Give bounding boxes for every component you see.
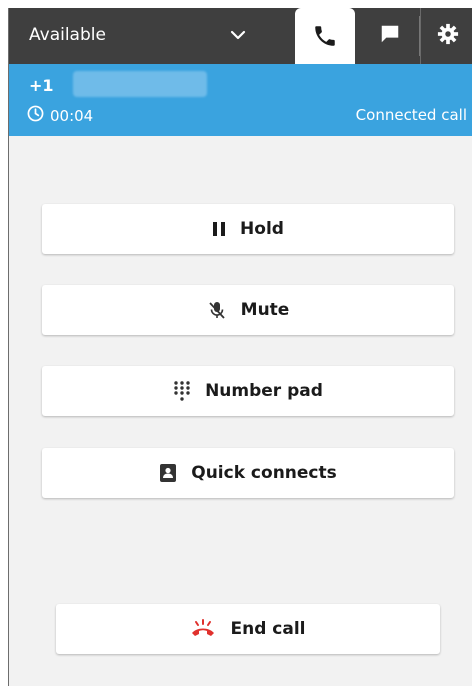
connection-status: Connected call bbox=[355, 106, 467, 124]
tab-chat[interactable] bbox=[361, 8, 419, 64]
number-pad-button[interactable]: Number pad bbox=[42, 366, 454, 416]
call-timer-value: 00:04 bbox=[50, 106, 94, 125]
agent-status-label: Available bbox=[29, 25, 106, 45]
phone-icon bbox=[312, 23, 338, 53]
agent-status-dropdown[interactable]: Available bbox=[9, 8, 294, 64]
dialpad-icon bbox=[173, 380, 191, 402]
mute-label: Mute bbox=[240, 300, 290, 320]
top-bar: Available bbox=[9, 8, 472, 68]
tab-phone[interactable] bbox=[295, 8, 355, 68]
tab-settings[interactable] bbox=[420, 8, 472, 64]
hold-label: Hold bbox=[240, 219, 284, 239]
chevron-down-icon bbox=[229, 26, 247, 48]
end-call-label: End call bbox=[230, 619, 306, 639]
number-pad-label: Number pad bbox=[205, 381, 323, 401]
clock-icon bbox=[27, 105, 50, 126]
call-timer: 00:04 bbox=[27, 105, 93, 126]
hang-up-icon bbox=[190, 619, 216, 639]
quick-connects-label: Quick connects bbox=[191, 463, 337, 483]
microphone-off-icon bbox=[207, 300, 227, 320]
mute-button[interactable]: Mute bbox=[42, 285, 454, 335]
chat-icon bbox=[379, 23, 401, 49]
caller-number: +1 bbox=[29, 76, 54, 95]
end-call-button[interactable]: End call bbox=[56, 604, 440, 654]
gear-icon bbox=[437, 23, 459, 49]
quick-connects-button[interactable]: Quick connects bbox=[42, 448, 454, 498]
contact-control-panel: Available +1 00:04 Connected call Hold M… bbox=[8, 8, 472, 686]
redacted-number bbox=[73, 71, 207, 97]
pause-icon bbox=[212, 221, 226, 237]
call-status-bar: +1 00:04 Connected call bbox=[9, 64, 472, 136]
hold-button[interactable]: Hold bbox=[42, 204, 454, 254]
address-book-icon bbox=[159, 463, 177, 483]
